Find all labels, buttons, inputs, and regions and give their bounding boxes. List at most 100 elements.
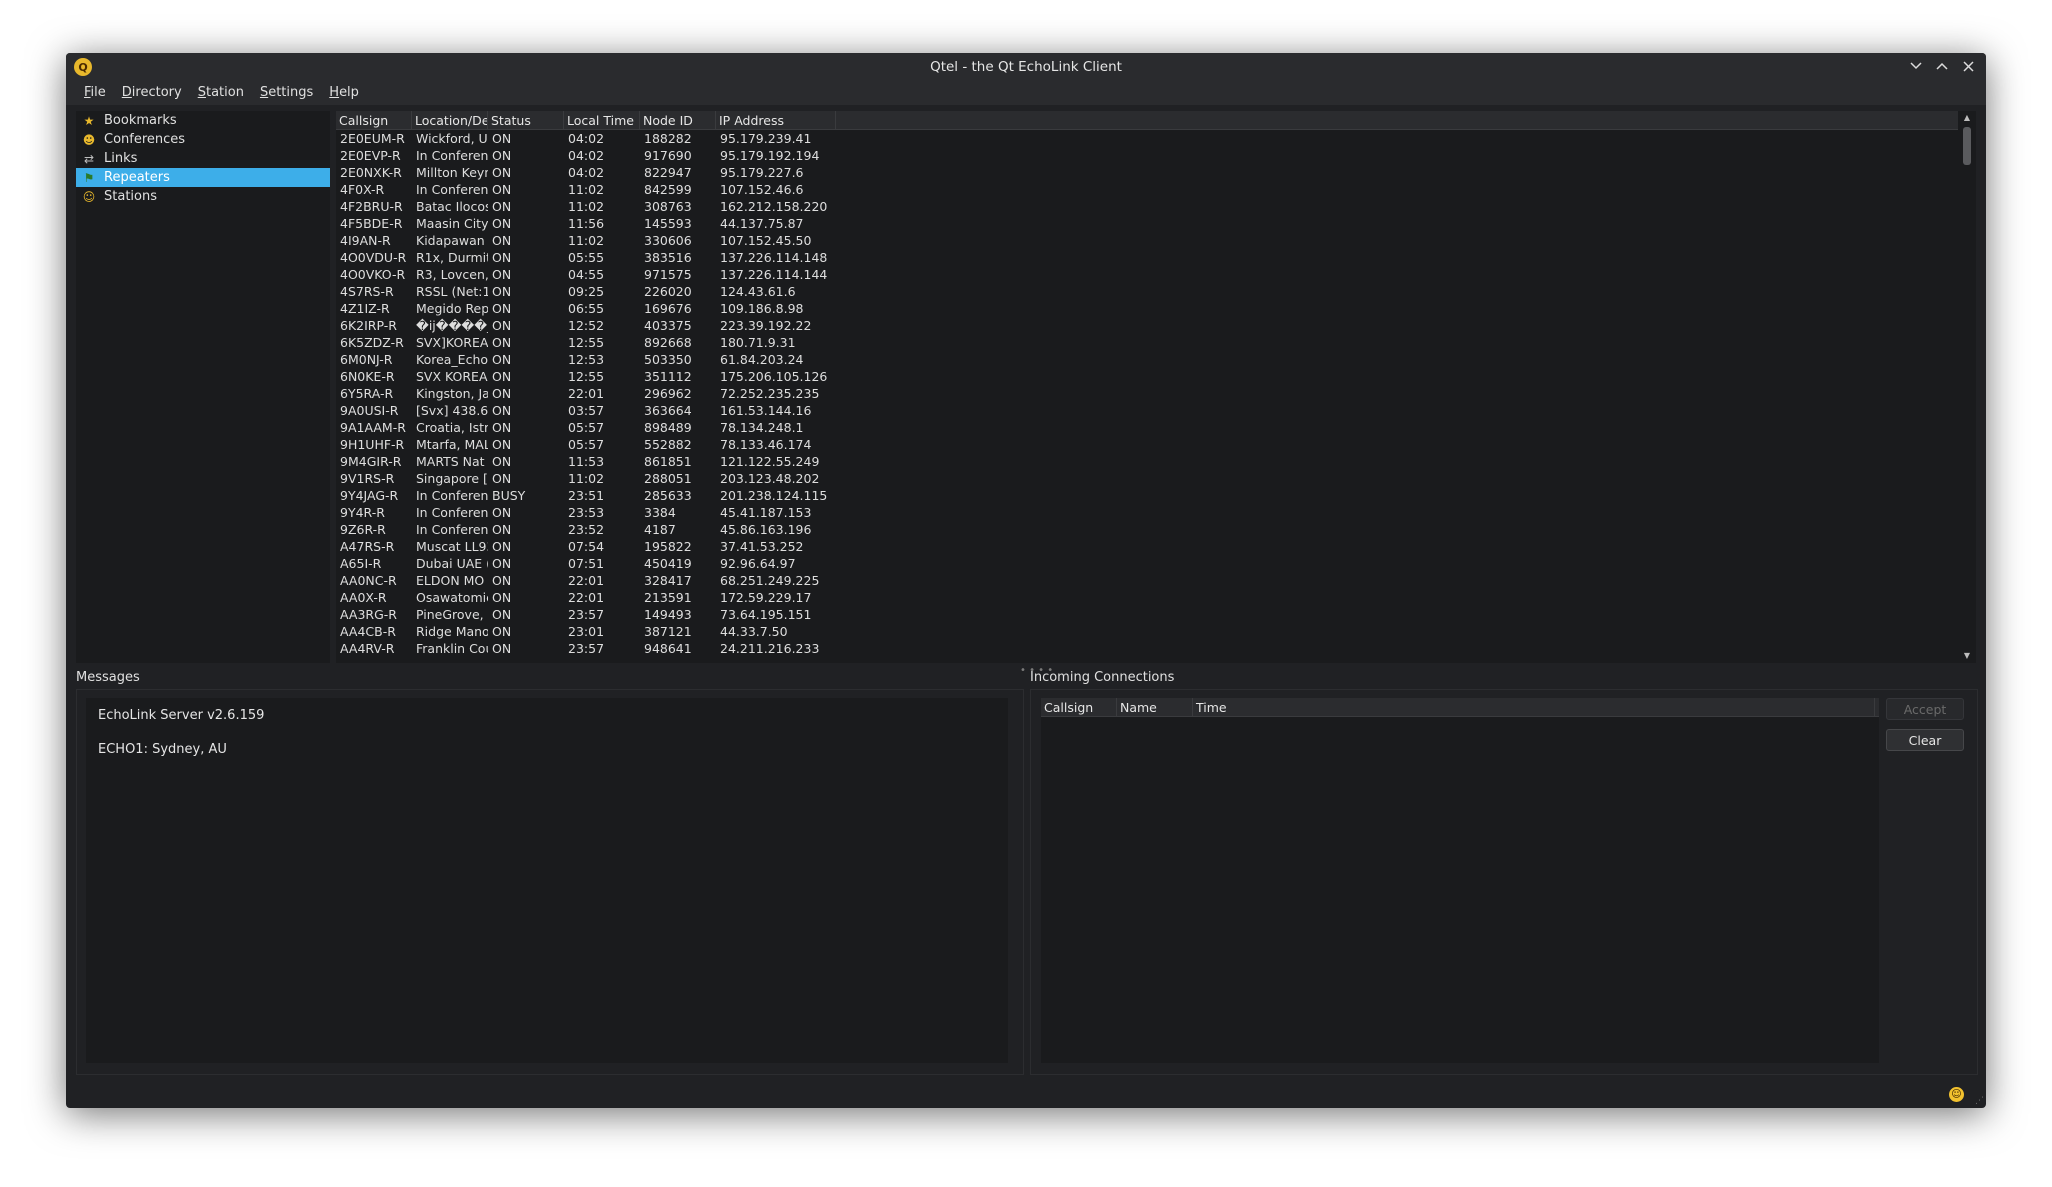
resize-grip-icon[interactable]: ⋰ <box>1975 1096 1984 1106</box>
table-cell: 223.39.192.22 <box>720 318 812 333</box>
maximize-icon[interactable] <box>1932 56 1952 76</box>
close-icon[interactable] <box>1958 56 1978 76</box>
menu-directory[interactable]: Directory <box>114 81 190 105</box>
link-icon: ⇄ <box>83 151 95 166</box>
table-cell: Kidapawan [1/... <box>416 233 488 248</box>
vertical-scrollbar[interactable]: ▲ ▼ <box>1958 111 1976 663</box>
clear-button[interactable]: Clear <box>1886 729 1964 751</box>
table-cell: AA0NC-R <box>340 573 397 588</box>
incoming-table[interactable]: Callsign Name Time <box>1041 698 1879 1063</box>
table-row[interactable]: 4F5BDE-R Maasin City, SL... ON 11:56 145593 4… <box>336 215 1958 232</box>
messages-title: Messages <box>76 670 140 685</box>
column-header[interactable]: Status <box>488 111 564 129</box>
table-cell: 11:02 <box>568 182 605 197</box>
table-cell: 137.226.114.148 <box>720 250 828 265</box>
tree-item-conferences[interactable]: ☻ Conferences <box>76 130 330 149</box>
table-cell: Osawatomie, K... <box>416 590 488 605</box>
table-cell: Ridge Manor,F... <box>416 624 488 639</box>
menu-help[interactable]: Help <box>321 81 367 105</box>
table-row[interactable]: 2E0NXK-R Millton Keynes... ON 04:02 822947 95… <box>336 164 1958 181</box>
table-cell: Batac Ilocos N... <box>416 199 488 214</box>
table-row[interactable]: 9M4GIR-R MARTS Nat Lin... ON 11:53 861851 121… <box>336 453 1958 470</box>
table-row[interactable]: 4F0X-R In Conference ... ON 11:02 842599 107.… <box>336 181 1958 198</box>
scroll-up-icon[interactable]: ▲ <box>1958 111 1976 125</box>
table-row[interactable]: 9V1RS-R Singapore [0/20] ON 11:02 288051 203.… <box>336 470 1958 487</box>
incoming-table-header: Callsign Name Time <box>1041 698 1879 717</box>
table-row[interactable]: 9A0USI-R [Svx] 438.675-... ON 03:57 363664 16… <box>336 402 1958 419</box>
table-cell: 288051 <box>644 471 692 486</box>
table-cell: 11:53 <box>568 454 605 469</box>
table-row[interactable]: 9Y4R-R In Conference ... ON 23:53 3384 45.41.… <box>336 504 1958 521</box>
table-cell: AA0X-R <box>340 590 387 605</box>
menu-settings[interactable]: Settings <box>252 81 321 105</box>
scroll-down-icon[interactable]: ▼ <box>1958 649 1976 663</box>
table-row[interactable]: 6K2IRP-R �ij����_J... ON 12:52 403375 223.39.… <box>336 317 1958 334</box>
scrollbar-thumb[interactable] <box>1963 127 1971 165</box>
table-row[interactable]: 9H1UHF-R Mtarfa, MALTA... ON 05:57 552882 78.… <box>336 436 1958 453</box>
table-cell: 05:55 <box>568 250 605 265</box>
incoming-column-header[interactable]: Time <box>1193 698 1875 716</box>
table-body[interactable]: 2E0EUM-R Wickford, UK [... ON 04:02 188282 95… <box>336 130 1958 657</box>
table-cell: 6N0KE-R <box>340 369 395 384</box>
station-table[interactable]: CallsignLocation/DescripStatusLocal Time… <box>336 111 1976 663</box>
incoming-column-header[interactable]: Callsign <box>1041 698 1117 716</box>
table-row[interactable]: 6N0KE-R SVX KOREA Ec... ON 12:55 351112 175.2… <box>336 368 1958 385</box>
table-cell: Wickford, UK [... <box>416 131 488 146</box>
column-header[interactable]: Callsign <box>336 111 412 129</box>
column-header[interactable]: Node ID <box>640 111 716 129</box>
table-row[interactable]: AA4RV-R Franklin Count... ON 23:57 948641 24.… <box>336 640 1958 657</box>
table-row[interactable]: 4Z1IZ-R Megido Rep R3 ON 06:55 169676 109.186… <box>336 300 1958 317</box>
table-cell: RSSL (Net:15.3... <box>416 284 488 299</box>
table-row[interactable]: AA3RG-R PineGrove, PA ... ON 23:57 149493 73.… <box>336 606 1958 623</box>
table-cell: 4S7RS-R <box>340 284 394 299</box>
table-cell: 04:55 <box>568 267 605 282</box>
tree-item-label: Links <box>104 151 138 166</box>
table-row[interactable]: 2E0EUM-R Wickford, UK [... ON 04:02 188282 95… <box>336 130 1958 147</box>
table-row[interactable]: AA0X-R Osawatomie, K... ON 22:01 213591 172.5… <box>336 589 1958 606</box>
table-row[interactable]: 6K5ZDZ-R SVX]KOREA Ec... ON 12:55 892668 180.… <box>336 334 1958 351</box>
table-cell: ON <box>492 131 512 146</box>
table-cell: ON <box>492 505 512 520</box>
table-row[interactable]: 2E0EVP-R In Conference ... ON 04:02 917690 95… <box>336 147 1958 164</box>
table-cell: 11:02 <box>568 471 605 486</box>
table-cell: 169676 <box>644 301 692 316</box>
table-cell: 05:57 <box>568 420 605 435</box>
table-row[interactable]: 4O0VKO-R R3, Lovcen, MNE ON 04:55 971575 137.… <box>336 266 1958 283</box>
accept-button[interactable]: Accept <box>1886 698 1964 720</box>
table-row[interactable]: A65I-R Dubai UAE (1) ON 07:51 450419 92.96.64… <box>336 555 1958 572</box>
table-row[interactable]: 6M0NJ-R Korea_Echolin... ON 12:53 503350 61.8… <box>336 351 1958 368</box>
table-row[interactable]: 4F2BRU-R Batac Ilocos N... ON 11:02 308763 16… <box>336 198 1958 215</box>
title-bar[interactable]: Q Qtel - the Qt EchoLink Client <box>66 53 1986 81</box>
table-row[interactable]: 9A1AAM-R Croatia, Istra, ... ON 05:57 898489… <box>336 419 1958 436</box>
tree-item-links[interactable]: ⇄ Links <box>76 149 330 168</box>
table-row[interactable]: AA0NC-R ELDON MO [0/... ON 22:01 328417 68.25… <box>336 572 1958 589</box>
table-cell: 9Y4JAG-R <box>340 488 399 503</box>
table-cell: ON <box>492 182 512 197</box>
table-row[interactable]: 6Y5RA-R Kingston, Jama... ON 22:01 296962 72.… <box>336 385 1958 402</box>
directory-tree[interactable]: ★ Bookmarks ☻ Conferences ⇄ Links ⚑ Repeaters ☺ S… <box>76 111 330 663</box>
column-header[interactable]: Local Time <box>564 111 640 129</box>
tree-item-bookmarks[interactable]: ★ Bookmarks <box>76 111 330 130</box>
tree-item-repeaters[interactable]: ⚑ Repeaters <box>76 168 330 187</box>
table-row[interactable]: AA4CB-R Ridge Manor,F... ON 23:01 387121 44.3… <box>336 623 1958 640</box>
table-row[interactable]: 9Z6R-R In Conference ... ON 23:52 4187 45.86.… <box>336 521 1958 538</box>
table-cell: 4F2BRU-R <box>340 199 403 214</box>
column-header[interactable]: IP Address <box>716 111 836 129</box>
incoming-column-header[interactable]: Name <box>1117 698 1193 716</box>
table-row[interactable]: A47RS-R Muscat LL93eo ON 07:54 195822 37.41.5… <box>336 538 1958 555</box>
table-cell: 162.212.158.220 <box>720 199 828 214</box>
table-row[interactable]: 9Y4JAG-R In Conference ... BUSY 23:51 285633… <box>336 487 1958 504</box>
messages-textbox[interactable]: EchoLink Server v2.6.159 ECHO1: Sydney, … <box>86 698 1008 1063</box>
table-row[interactable]: 4S7RS-R RSSL (Net:15.3... ON 09:25 226020 124… <box>336 283 1958 300</box>
tree-item-stations[interactable]: ☺ Stations <box>76 187 330 206</box>
table-row[interactable]: 4O0VDU-R R1x, Durmitor, ... ON 05:55 383516 1… <box>336 249 1958 266</box>
table-cell: ON <box>492 284 512 299</box>
table-row[interactable]: 4I9AN-R Kidapawan [1/... ON 11:02 330606 107.… <box>336 232 1958 249</box>
table-cell: 03:57 <box>568 403 605 418</box>
menu-file[interactable]: File <box>76 81 114 105</box>
table-cell: ON <box>492 267 512 282</box>
menu-station[interactable]: Station <box>190 81 252 105</box>
table-cell: In Conference ... <box>416 182 488 197</box>
column-header[interactable]: Location/Descrip <box>412 111 488 129</box>
minimize-icon[interactable] <box>1906 56 1926 76</box>
